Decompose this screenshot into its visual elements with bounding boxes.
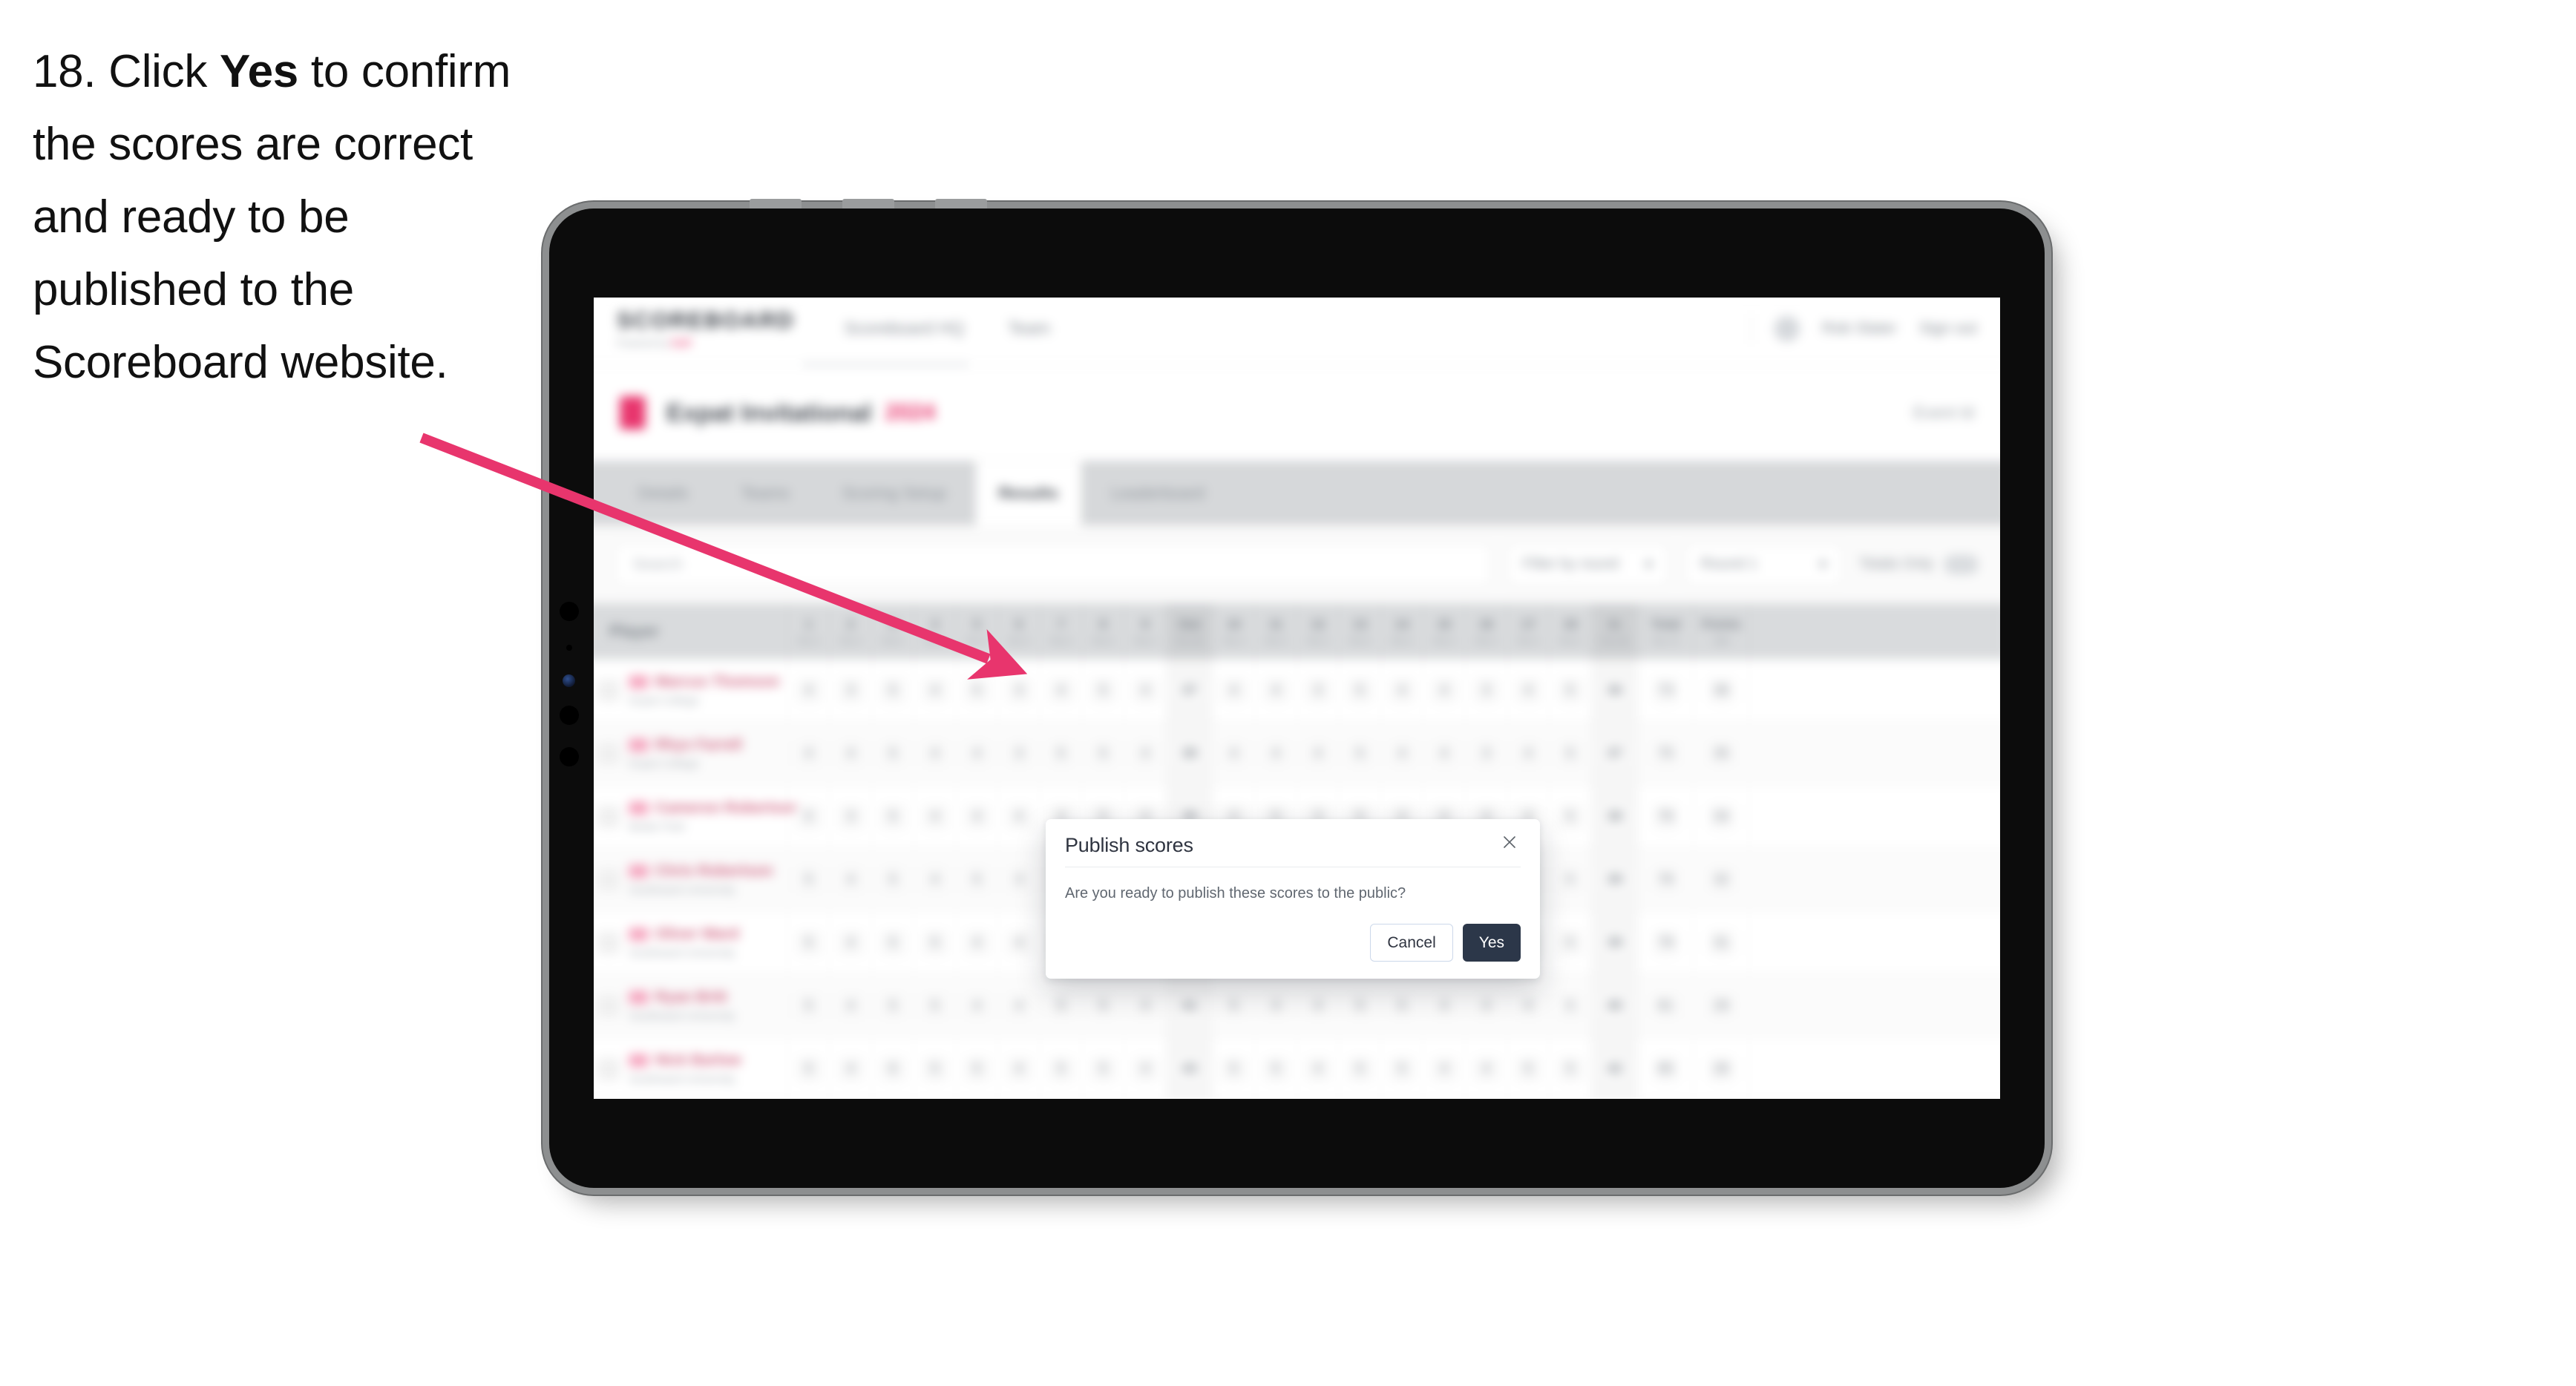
tablet-speaker-hole-2 [560,706,579,725]
tablet-screen: SCOREBOARD Powered by Golf Scoreboard HQ… [594,298,2000,1099]
dialog-header: Publish scores [1065,834,1521,867]
caption-prefix: 18. Click [33,46,220,97]
tablet-top-button-3 [935,199,987,208]
modal-layer: Publish scores Are you ready to publish … [594,298,2000,1099]
yes-button[interactable]: Yes [1462,924,1521,962]
tablet-sensor-dot [566,645,572,651]
instruction-caption: 18. Click Yes to confirm the scores are … [33,36,552,399]
tablet-device: SCOREBOARD Powered by Golf Scoreboard HQ… [549,199,2045,1188]
caption-suffix: to confirm the scores are correct and re… [33,46,511,388]
dialog-title: Publish scores [1065,834,1193,856]
tablet-top-button-1 [750,199,802,208]
tablet-speaker-hole-1 [560,602,579,621]
screenshot-root: 18. Click Yes to confirm the scores are … [0,0,2576,1386]
dialog-actions: Cancel Yes [1065,924,1521,962]
publish-scores-dialog: Publish scores Are you ready to publish … [1046,819,1540,979]
close-icon[interactable] [1498,831,1521,853]
cancel-button[interactable]: Cancel [1370,924,1453,962]
tablet-speaker-hole-3 [560,747,579,766]
caption-bold-yes: Yes [219,46,298,97]
dialog-message: Are you ready to publish these scores to… [1065,885,1406,901]
front-camera-icon [563,674,575,687]
tablet-top-button-2 [842,199,894,208]
